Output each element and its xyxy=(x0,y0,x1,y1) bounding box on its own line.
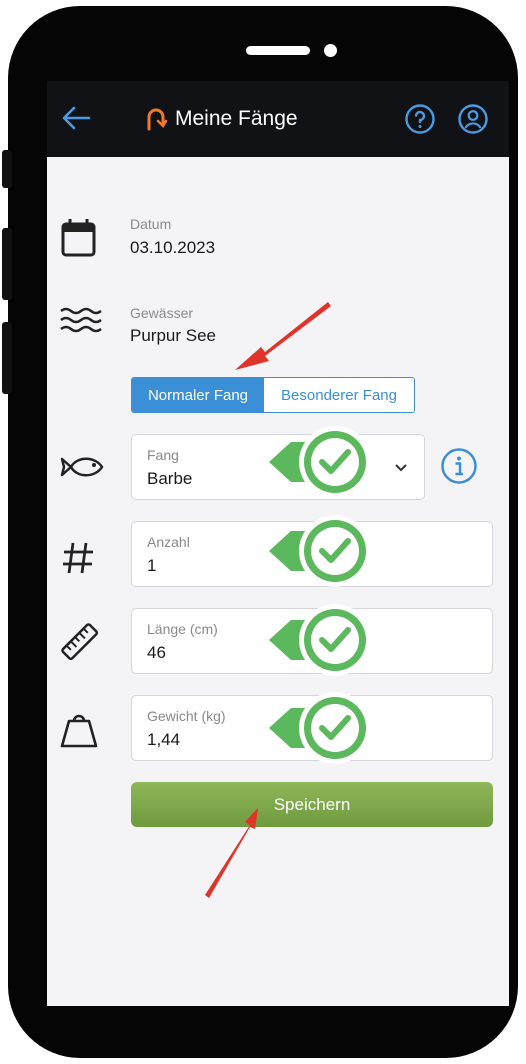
check-badge-icon xyxy=(269,692,371,764)
laenge-label: Länge (cm) xyxy=(147,621,218,637)
phone-side-button xyxy=(2,322,12,394)
back-arrow-icon[interactable] xyxy=(61,105,91,131)
datum-label: Datum xyxy=(130,216,172,232)
catch-type-toggle: Normaler Fang Besonderer Fang xyxy=(131,377,415,413)
chevron-down-icon[interactable] xyxy=(394,463,408,473)
camera-dot xyxy=(324,44,337,57)
ruler-icon xyxy=(61,623,99,661)
app-header: Meine Fänge xyxy=(47,81,509,157)
info-icon[interactable] xyxy=(440,447,478,485)
fishhook-icon xyxy=(147,108,167,131)
gewicht-value: 1,44 xyxy=(147,730,181,749)
gewicht-label: Gewicht (kg) xyxy=(147,708,226,724)
fish-icon xyxy=(60,457,104,477)
gewaesser-label: Gewässer xyxy=(130,305,194,321)
page-title: Meine Fänge xyxy=(145,107,298,131)
check-badge-icon xyxy=(269,604,371,676)
user-profile-icon[interactable] xyxy=(457,103,489,135)
datum-value[interactable]: 03.10.2023 xyxy=(130,238,215,258)
annotation-arrow-icon xyxy=(235,302,331,370)
gewaesser-value[interactable]: Purpur See xyxy=(130,326,216,346)
tab-normaler-fang[interactable]: Normaler Fang xyxy=(132,378,264,412)
app-screen: Meine Fänge Datum 03.10.2023 Gewässer Pu… xyxy=(47,81,509,1006)
anzahl-value: 1 xyxy=(147,556,157,575)
calendar-icon xyxy=(61,219,96,257)
check-badge-icon xyxy=(269,515,371,587)
help-icon[interactable] xyxy=(404,103,436,135)
check-badge-icon xyxy=(269,426,371,498)
anzahl-label: Anzahl xyxy=(147,534,190,550)
speaker-bar xyxy=(246,46,310,55)
fang-label: Fang xyxy=(147,447,179,463)
laenge-value: 46 xyxy=(147,643,166,662)
phone-side-button xyxy=(2,150,12,188)
save-button[interactable]: Speichern xyxy=(131,782,493,827)
hash-icon xyxy=(63,542,93,574)
title-text: Meine Fänge xyxy=(175,107,298,130)
tab-besonderer-fang[interactable]: Besonderer Fang xyxy=(264,378,414,412)
weight-icon xyxy=(60,714,98,748)
phone-side-button xyxy=(2,228,12,300)
phone-frame: Meine Fänge Datum 03.10.2023 Gewässer Pu… xyxy=(8,6,518,1058)
fang-value: Barbe xyxy=(147,469,193,488)
water-waves-icon xyxy=(60,307,102,333)
